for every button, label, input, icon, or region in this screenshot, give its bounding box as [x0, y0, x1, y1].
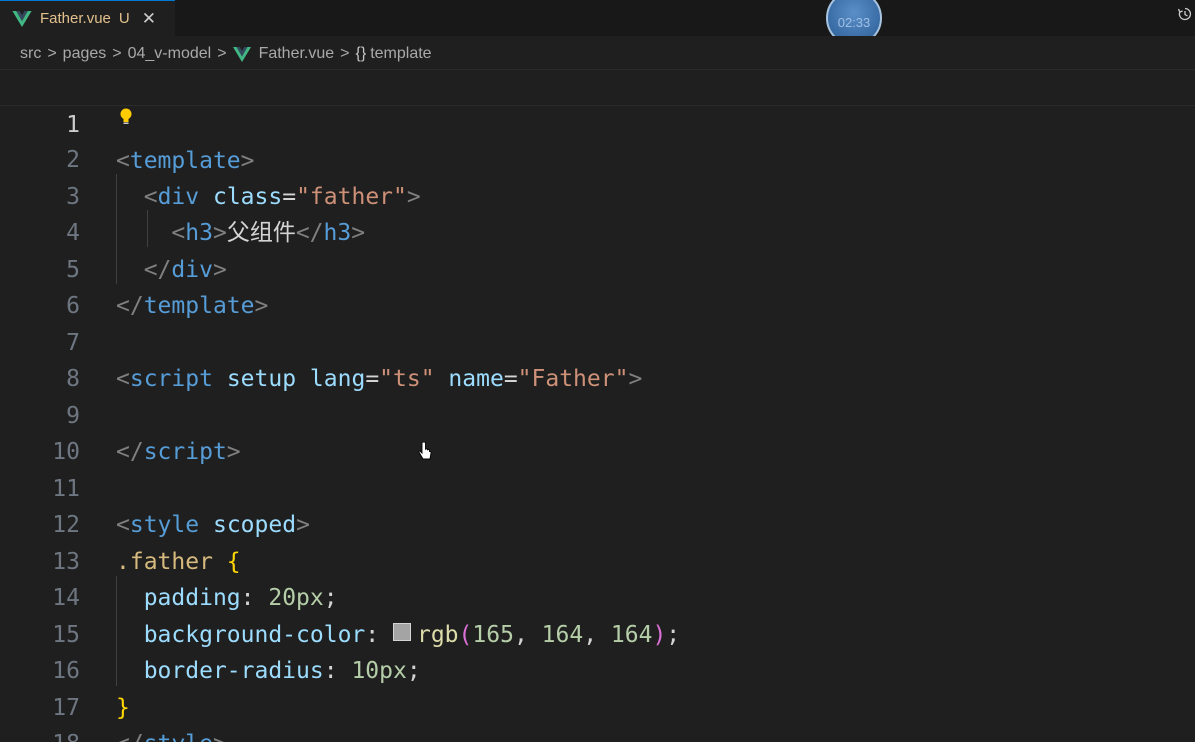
history-icon[interactable]: [1177, 6, 1193, 22]
code-line: 5 </template>: [0, 215, 1195, 320]
breadcrumb: src > pages > 04_v-model > Father.vue > …: [0, 36, 1195, 72]
tab-bar: Father.vue U ✕ 02:33: [0, 0, 1195, 46]
breadcrumb-separator: >: [340, 45, 350, 62]
code-line: 15 border-radius: 10px;: [0, 580, 1195, 685]
timer-text: 02:33: [837, 14, 871, 30]
code-line: 18: [0, 690, 1195, 742]
code-line: 12 .father {: [0, 471, 1195, 575]
code-line: 1 <template>: [0, 69, 1195, 174]
tab-father-vue[interactable]: Father.vue U ✕: [0, 0, 175, 36]
code-line: 16 }: [0, 617, 1195, 721]
hand-cursor-icon: [418, 442, 432, 460]
breadcrumb-item-04-v-model[interactable]: 04_v-model: [128, 45, 212, 63]
vue-logo-icon: [12, 10, 32, 27]
braces-icon: {}: [355, 45, 367, 62]
code-line: 9 </script>: [0, 361, 1195, 466]
code-line: 13 padding: 20px;: [0, 507, 1195, 612]
code-line: 17 </style>: [0, 653, 1195, 742]
code-line: 6: [0, 252, 1195, 319]
code-line: 8: [0, 325, 1195, 392]
code-editor[interactable]: 1 <template> 2 <div class="father"> 3 <h…: [0, 69, 1195, 742]
vue-logo-icon: [232, 46, 251, 62]
breadcrumb-item-src[interactable]: src: [20, 45, 41, 63]
breadcrumb-separator: >: [112, 45, 122, 62]
breadcrumb-item-pages[interactable]: pages: [63, 45, 107, 63]
code-line: 7 <script setup lang="ts" name="Father">: [0, 288, 1195, 393]
breadcrumb-separator: >: [217, 45, 227, 62]
code-line: 14 background-color: rgb(165, 164, 164);: [0, 544, 1195, 648]
close-icon[interactable]: ✕: [142, 9, 156, 29]
breadcrumb-item-template[interactable]: template: [370, 45, 431, 63]
code-line: 3 <h3>父组件</h3>: [0, 142, 1195, 247]
tab-modified-status: U: [118, 10, 130, 27]
breadcrumb-item-father-vue[interactable]: Father.vue: [259, 45, 335, 63]
breadcrumb-separator: >: [47, 45, 57, 62]
code-line: 4 </div>: [0, 179, 1195, 283]
line-number: 18: [0, 726, 80, 742]
code-text: </style>: [116, 726, 227, 742]
tab-title: Father.vue: [40, 10, 111, 27]
code-line: 11 <style scoped>: [0, 434, 1195, 539]
code-line: 2 <div class="father">: [0, 106, 1195, 210]
code-line: 10: [0, 398, 1195, 465]
